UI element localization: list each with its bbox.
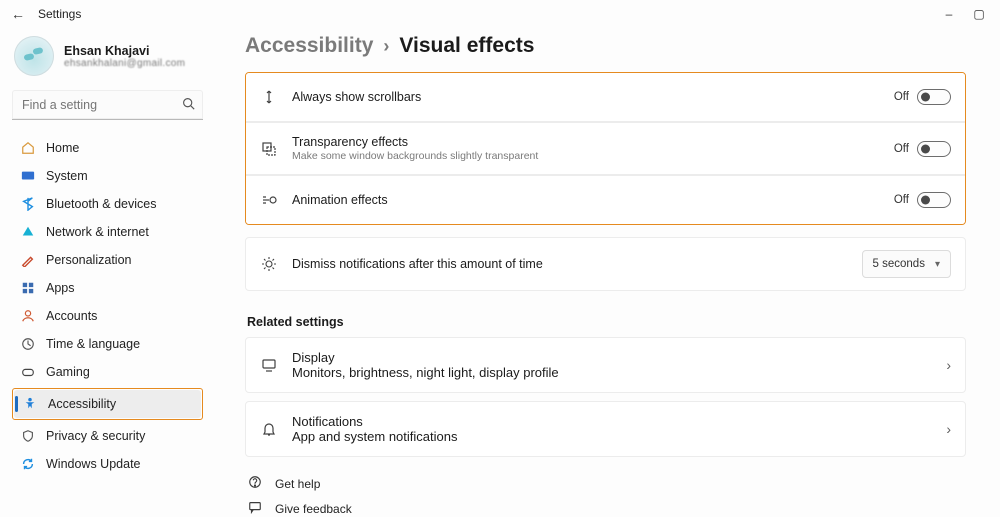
windows-update-icon xyxy=(20,456,36,472)
sidebar-item-label: Accessibility xyxy=(48,397,116,411)
bluetooth-icon xyxy=(20,196,36,212)
scrollbars-toggle[interactable] xyxy=(917,89,951,105)
transparency-toggle[interactable] xyxy=(917,141,951,157)
sidebar-item-label: Personalization xyxy=(46,253,131,267)
related-settings-heading: Related settings xyxy=(247,315,966,329)
give-feedback-link[interactable]: Give feedback xyxy=(247,500,964,517)
toggle-state: Off xyxy=(894,91,909,103)
maximize-button[interactable]: ▢ xyxy=(964,7,994,21)
setting-always-show-scrollbars: Always show scrollbars Off xyxy=(246,73,965,121)
animation-icon xyxy=(260,191,278,209)
back-button[interactable]: ← xyxy=(6,6,30,22)
sidebar-item-label: Bluetooth & devices xyxy=(46,197,157,211)
home-icon xyxy=(20,140,36,156)
visual-effects-group: Always show scrollbars Off Transparency … xyxy=(245,72,966,225)
sidebar-item-label: Privacy & security xyxy=(46,429,145,443)
toggle-state: Off xyxy=(894,143,909,155)
page-title: Visual effects xyxy=(399,34,534,58)
setting-title: Animation effects xyxy=(292,193,894,207)
system-icon xyxy=(20,168,36,184)
sidebar-item-label: Time & language xyxy=(46,337,140,351)
privacy-icon xyxy=(20,428,36,444)
transparency-icon xyxy=(260,140,278,158)
sidebar-item-time-language[interactable]: Time & language xyxy=(12,330,203,358)
sidebar-item-gaming[interactable]: Gaming xyxy=(12,358,203,386)
network-icon xyxy=(20,224,36,240)
personalization-icon xyxy=(20,252,36,268)
accounts-icon xyxy=(20,308,36,324)
breadcrumb: Accessibility › Visual effects xyxy=(245,34,966,58)
sidebar-item-label: Accounts xyxy=(46,309,97,323)
sidebar-item-privacy[interactable]: Privacy & security xyxy=(12,422,203,450)
setting-animation-effects: Animation effects Off xyxy=(246,176,965,224)
setting-title: Dismiss notifications after this amount … xyxy=(292,257,862,271)
chevron-right-icon: › xyxy=(946,421,951,437)
accessibility-icon xyxy=(22,396,38,412)
sidebar-item-label: System xyxy=(46,169,88,183)
user-profile[interactable]: Ehsan Khajavi ehsankhalani@gmail.com xyxy=(12,34,203,86)
scrollbars-icon xyxy=(260,88,278,106)
related-display[interactable]: Display Monitors, brightness, night ligh… xyxy=(245,337,966,393)
sidebar-item-label: Network & internet xyxy=(46,225,149,239)
chevron-right-icon: › xyxy=(383,36,389,57)
sidebar-item-label: Windows Update xyxy=(46,457,141,471)
sidebar-item-home[interactable]: Home xyxy=(12,134,203,162)
sidebar-item-label: Home xyxy=(46,141,79,155)
get-help-link[interactable]: Get help xyxy=(247,475,964,492)
sidebar-item-label: Gaming xyxy=(46,365,90,379)
sidebar-item-personalization[interactable]: Personalization xyxy=(12,246,203,274)
gaming-icon xyxy=(20,364,36,380)
footer-link-label: Give feedback xyxy=(275,502,352,516)
setting-subtitle: Make some window backgrounds slightly tr… xyxy=(292,150,894,162)
link-title: Notifications xyxy=(292,414,946,429)
display-icon xyxy=(260,356,278,374)
sidebar-item-windows-update[interactable]: Windows Update xyxy=(12,450,203,478)
setting-title: Always show scrollbars xyxy=(292,90,894,104)
time-language-icon xyxy=(20,336,36,352)
user-name: Ehsan Khajavi xyxy=(64,44,185,58)
link-subtitle: App and system notifications xyxy=(292,429,946,444)
feedback-icon xyxy=(247,500,263,517)
toggle-state: Off xyxy=(894,194,909,206)
breadcrumb-parent[interactable]: Accessibility xyxy=(245,34,373,58)
sidebar-item-accounts[interactable]: Accounts xyxy=(12,302,203,330)
help-icon xyxy=(247,475,263,492)
sidebar-item-accessibility-highlight: Accessibility xyxy=(12,388,203,420)
dropdown-value: 5 seconds xyxy=(873,258,925,270)
sidebar-item-bluetooth[interactable]: Bluetooth & devices xyxy=(12,190,203,218)
link-subtitle: Monitors, brightness, night light, displ… xyxy=(292,365,946,380)
link-title: Display xyxy=(292,350,946,365)
chevron-down-icon: ▾ xyxy=(935,259,940,270)
dismiss-duration-dropdown[interactable]: 5 seconds ▾ xyxy=(862,250,951,278)
sidebar-item-system[interactable]: System xyxy=(12,162,203,190)
nav: Home System Bluetooth & devices Network … xyxy=(12,134,203,478)
search-icon xyxy=(182,97,195,113)
sidebar: Ehsan Khajavi ehsankhalani@gmail.com Hom… xyxy=(0,28,215,511)
setting-title: Transparency effects xyxy=(292,135,894,149)
sidebar-item-label: Apps xyxy=(46,281,75,295)
footer-link-label: Get help xyxy=(275,477,320,491)
search-input[interactable] xyxy=(12,90,203,120)
titlebar: ← Settings – ▢ xyxy=(0,0,1000,28)
sidebar-item-apps[interactable]: Apps xyxy=(12,274,203,302)
setting-transparency-effects: Transparency effects Make some window ba… xyxy=(246,123,965,174)
window-title: Settings xyxy=(38,7,81,21)
avatar xyxy=(14,36,54,76)
setting-dismiss-notifications: Dismiss notifications after this amount … xyxy=(246,238,965,290)
minimize-button[interactable]: – xyxy=(934,7,964,21)
search-container xyxy=(12,90,203,120)
brightness-icon xyxy=(260,255,278,273)
apps-icon xyxy=(20,280,36,296)
notifications-icon xyxy=(260,420,278,438)
animation-toggle[interactable] xyxy=(917,192,951,208)
sidebar-item-network[interactable]: Network & internet xyxy=(12,218,203,246)
main-content: Accessibility › Visual effects Always sh… xyxy=(215,28,1000,511)
sidebar-item-accessibility[interactable]: Accessibility xyxy=(14,390,201,418)
user-email: ehsankhalani@gmail.com xyxy=(64,58,185,69)
related-notifications[interactable]: Notifications App and system notificatio… xyxy=(245,401,966,457)
chevron-right-icon: › xyxy=(946,357,951,373)
